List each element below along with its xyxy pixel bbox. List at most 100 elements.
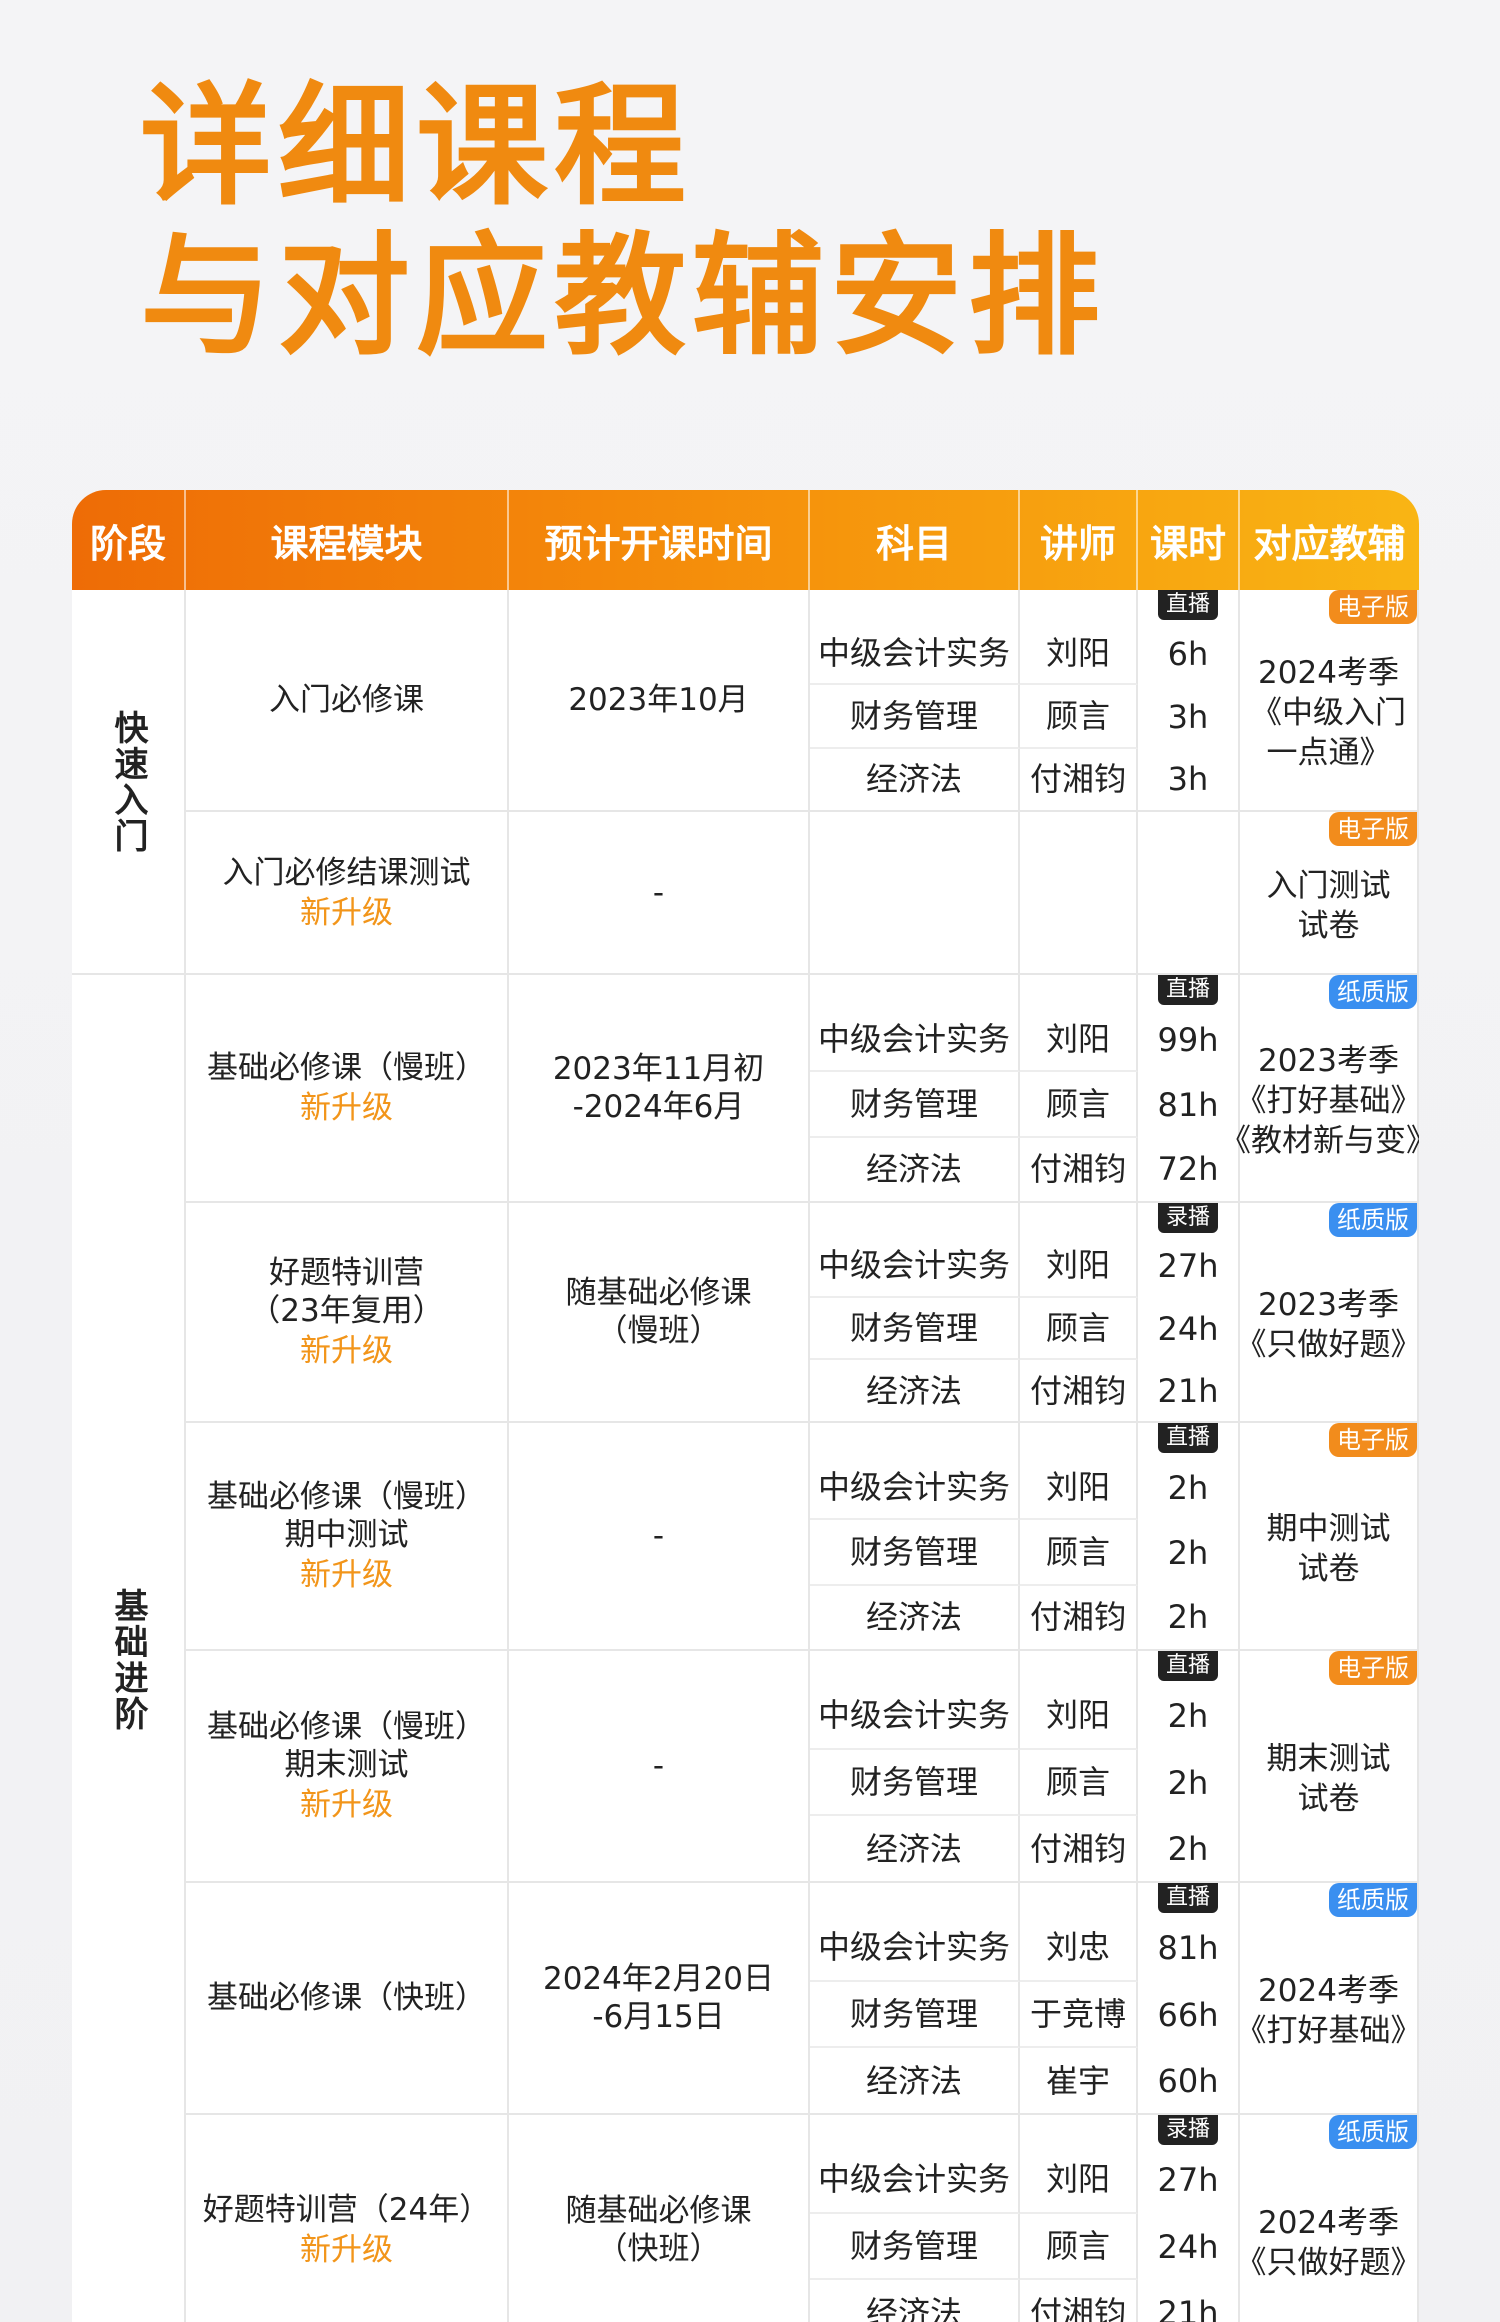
subject-cell: 经济法 [810,1137,1020,1203]
material-format-tag: 电子版 [1329,1423,1417,1457]
material-cell: 纸质版 2024考季 《只做好题》 [1236,2115,1419,2322]
teacher-cell: 顾言 [1020,1749,1138,1817]
start-time-cell: - [509,812,810,975]
hours-cell: 2h [1138,1683,1240,1750]
teacher-cell: 刘阳 [1020,1683,1138,1750]
teacher-cell: 刘阳 [1020,1007,1138,1073]
teacher-cell: 刘忠 [1020,1915,1138,1982]
hours-top-strip: 录播 [1138,2115,1240,2147]
hours-cell: 2h [1138,1520,1240,1586]
teacher-top-strip [1020,1423,1138,1455]
delivery-mode-tag: 直播 [1157,590,1219,620]
material-title-line: 试卷 [1297,1551,1360,1587]
material-format-tag: 电子版 [1329,812,1417,846]
material-title-line: 2024考季 [1258,2205,1399,2241]
teacher-cell: 付湘钧 [1020,2280,1138,2322]
subject-top-strip [810,1651,1020,1683]
material-cell: 电子版 2024考季 《中级入门 一点通》 [1240,590,1419,812]
hours-cell: 81h [1138,1915,1240,1982]
subject-cell: 经济法 [810,748,1020,812]
page-title: 详细课程 与对应教辅安排 [140,72,1106,372]
material-format-tag: 纸质版 [1329,1883,1417,1917]
teacher-cell-empty [1020,812,1138,975]
module-name-line: 期中测试 [284,1517,409,1553]
hours-cell: 2h [1138,1749,1240,1817]
material-title-line: 期中测试 [1266,1511,1391,1547]
module-cell: 基础必修课（慢班） 期中测试 新升级 [186,1423,509,1651]
hours-cell: 24h [1138,1297,1240,1361]
hours-cell: 6h [1138,622,1240,686]
material-title: 期末测试 试卷 [1267,1739,1391,1819]
teacher-cell: 顾言 [1020,2213,1138,2281]
subject-cell: 财务管理 [810,685,1020,749]
material-cell: 电子版 期末测试 试卷 [1240,1651,1419,1883]
subject-top-strip [810,1423,1020,1455]
material-title-line: 试卷 [1297,907,1360,944]
material-format-tag: 纸质版 [1329,2115,1417,2149]
teacher-cell: 付湘钧 [1020,1816,1138,1883]
module-name-line: 基础必修课（慢班） [207,1479,486,1515]
delivery-mode-tag: 直播 [1157,1423,1219,1453]
upgrade-badge: 新升级 [300,1787,393,1823]
module-name: 好题特训营（24年） [202,2192,491,2228]
subject-cell: 财务管理 [810,2213,1020,2281]
subject-cell: 财务管理 [810,1981,1020,2049]
header-module: 课程模块 [186,490,509,590]
hours-top-strip: 直播 [1138,975,1240,1007]
hours-cell: 2h [1138,1816,1240,1883]
subject-cell: 财务管理 [810,1749,1020,1817]
start-time-line: 2024年2月20日 [542,1961,775,1997]
material-title-line: 《打好基础》 [1235,2013,1420,2049]
stage-cell: 基础进阶 [72,975,186,2322]
upgrade-badge: 新升级 [300,894,393,931]
material-title: 2024考季 《只做好题》 [1236,2203,1420,2283]
module-cell: 基础必修课（慢班） 新升级 [186,975,509,1203]
teacher-top-strip [1020,1651,1138,1683]
teacher-cell: 顾言 [1020,685,1138,749]
hours-cell: 21h [1138,2280,1240,2322]
teacher-cell: 顾言 [1020,1520,1138,1586]
module-cell: 入门必修结课测试 新升级 [186,812,509,975]
material-title-line: 2023考季 [1258,1287,1399,1323]
title-line-2: 与对应教辅安排 [140,220,1106,374]
header-hours: 课时 [1138,490,1240,590]
material-title-line: 一点通》 [1266,735,1391,771]
teacher-top-strip [1020,1883,1138,1915]
module-cell: 基础必修课（快班） [186,1883,509,2115]
delivery-mode-tag: 直播 [1157,1651,1219,1681]
teacher-cell: 崔宇 [1020,2048,1138,2115]
start-time-cell: 2023年11月初 -2024年6月 [509,975,810,1203]
subject-cell: 经济法 [810,2280,1020,2322]
subject-top-strip [810,975,1020,1007]
start-time: - [652,874,665,911]
material-title-line: 《中级入门 [1251,695,1406,731]
material-title-line: 2023考季 [1258,1043,1399,1079]
delivery-mode-tag: 直播 [1157,975,1219,1005]
hours-cell: 2h [1138,1585,1240,1651]
start-time: - [652,1748,665,1784]
course-table: 阶段 课程模块 预计开课时间 科目 讲师 课时 对应教辅 快速入门 基础进阶 入门必修课 2023… [72,490,1419,2322]
hours-cell: 3h [1138,685,1240,749]
material-title-line: 《教材新与变》 [1220,1123,1419,1159]
teacher-cell: 顾言 [1020,1072,1138,1138]
module-name: 入门必修结课测试 [222,854,471,891]
material-format-tag: 纸质版 [1329,1203,1417,1237]
hours-top-strip: 直播 [1138,590,1240,622]
teacher-cell: 刘阳 [1020,1455,1138,1521]
title-line-1: 详细课程 [140,70,692,224]
hours-cell: 24h [1138,2213,1240,2281]
module-cell: 入门必修课 [186,590,509,812]
delivery-mode-tag: 录播 [1157,1203,1219,1233]
module-name-line: 期末测试 [284,1747,409,1783]
module-name: 入门必修课 [269,682,424,718]
start-time-line: 2023年11月初 [552,1051,765,1087]
material-title-line: 2024考季 [1258,655,1399,691]
teacher-top-strip [1020,975,1138,1007]
material-format-tag: 纸质版 [1329,975,1417,1009]
start-time-cell: - [509,1651,810,1883]
material-title: 期中测试 试卷 [1267,1509,1391,1589]
subject-cell: 中级会计实务 [810,622,1020,686]
start-time-line: 随基础必修课 [565,1275,752,1311]
teacher-cell: 顾言 [1020,1297,1138,1361]
material-title: 2023考季 《打好基础》 《教材新与变》 [1220,1041,1419,1161]
